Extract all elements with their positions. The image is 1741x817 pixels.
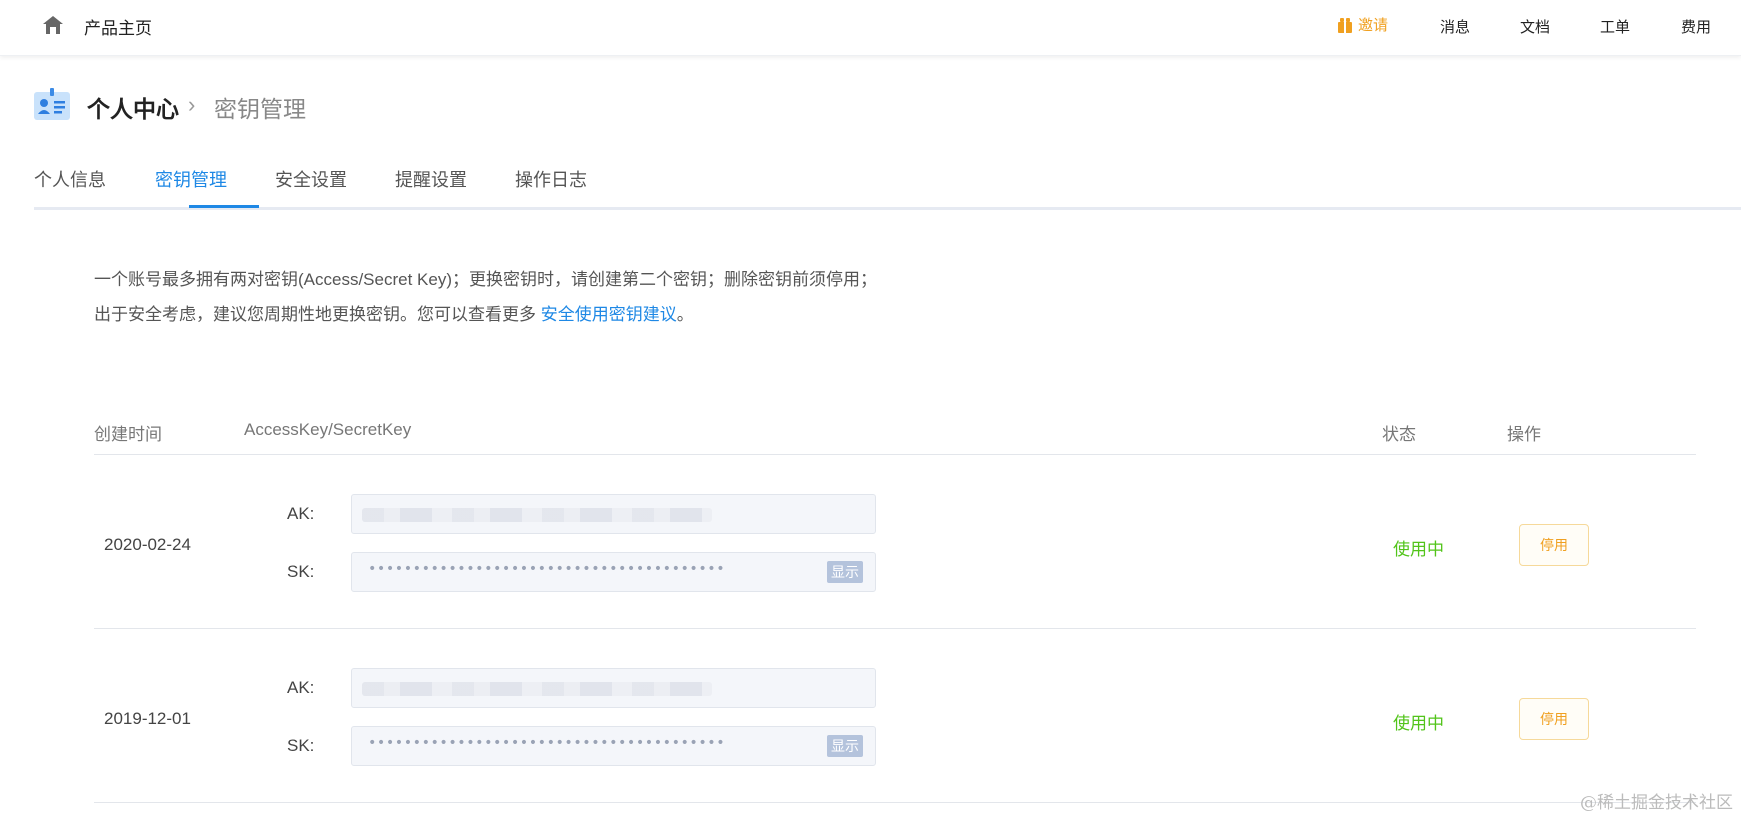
breadcrumb-personal-center[interactable]: 个人中心: [87, 90, 179, 124]
id-card-icon: [34, 88, 70, 120]
tickets-link[interactable]: 工单: [1600, 16, 1630, 37]
invite-link[interactable]: 邀请: [1336, 14, 1388, 35]
breadcrumb-current: 密钥管理: [214, 96, 306, 122]
top-navbar: 产品主页 邀请 消息 文档 工单 费用: [0, 0, 1741, 56]
disable-button[interactable]: 停用: [1519, 524, 1589, 566]
created-date: 2019-12-01: [104, 709, 191, 728]
header-status: 状态: [1382, 425, 1416, 444]
billing-link[interactable]: 费用: [1681, 16, 1711, 37]
invite-label: 邀请: [1358, 17, 1389, 34]
tab-operation-log[interactable]: 操作日志: [515, 166, 587, 192]
row-divider: [94, 802, 1696, 803]
home-icon[interactable]: [41, 14, 65, 36]
gift-icon: [1338, 17, 1352, 33]
show-secret-button[interactable]: 显示: [827, 561, 863, 583]
table-row: 2020-02-24 AK: SK: •••••••••••••••••••••…: [94, 455, 1696, 629]
sk-label: SK:: [287, 562, 315, 581]
access-key-value: [362, 682, 712, 696]
tab-security-settings[interactable]: 安全设置: [275, 166, 347, 192]
table-row: 2019-12-01 AK: SK: •••••••••••••••••••••…: [94, 629, 1696, 803]
tab-key-management[interactable]: 密钥管理: [155, 166, 227, 192]
sk-label: SK:: [287, 736, 315, 755]
secret-key-masked: ••••••••••••••••••••••••••••••••••••••••: [368, 735, 726, 751]
access-key-field[interactable]: [351, 494, 876, 534]
show-secret-button[interactable]: 显示: [827, 735, 863, 757]
active-tab-indicator: [189, 205, 259, 208]
ak-label: AK:: [287, 678, 315, 697]
access-key-field[interactable]: [351, 668, 876, 708]
key-notice: 一个账号最多拥有两对密钥(Access/Secret Key)；更换密钥时，请创…: [94, 262, 884, 332]
security-advice-link[interactable]: 安全使用密钥建议: [541, 305, 677, 324]
status-badge: 使用中: [1393, 540, 1444, 559]
secret-key-field[interactable]: ••••••••••••••••••••••••••••••••••••••••…: [351, 552, 876, 592]
ak-label: AK:: [287, 504, 315, 523]
header-keys: AccessKey/SecretKey: [244, 420, 412, 439]
product-home-link[interactable]: 产品主页: [84, 14, 152, 39]
notice-end: 。: [676, 305, 694, 324]
tab-personal-info[interactable]: 个人信息: [34, 166, 106, 192]
tab-bar: 个人信息 密钥管理 安全设置 提醒设置 操作日志: [34, 150, 1741, 210]
status-badge: 使用中: [1393, 714, 1444, 733]
notice-text: 一个账号最多拥有两对密钥(Access/Secret Key)；更换密钥时，请创…: [94, 270, 877, 324]
docs-link[interactable]: 文档: [1520, 16, 1550, 37]
created-date: 2020-02-24: [104, 535, 191, 554]
disable-button[interactable]: 停用: [1519, 698, 1589, 740]
access-key-value: [362, 508, 712, 522]
secret-key-field[interactable]: ••••••••••••••••••••••••••••••••••••••••…: [351, 726, 876, 766]
chevron-right-icon: ›: [188, 92, 196, 117]
header-created-time: 创建时间: [94, 425, 162, 444]
tab-reminder-settings[interactable]: 提醒设置: [395, 166, 467, 192]
messages-link[interactable]: 消息: [1440, 16, 1470, 37]
header-actions: 操作: [1507, 425, 1541, 444]
secret-key-masked: ••••••••••••••••••••••••••••••••••••••••: [368, 561, 726, 577]
watermark: @稀土掘金技术社区: [1580, 793, 1733, 813]
